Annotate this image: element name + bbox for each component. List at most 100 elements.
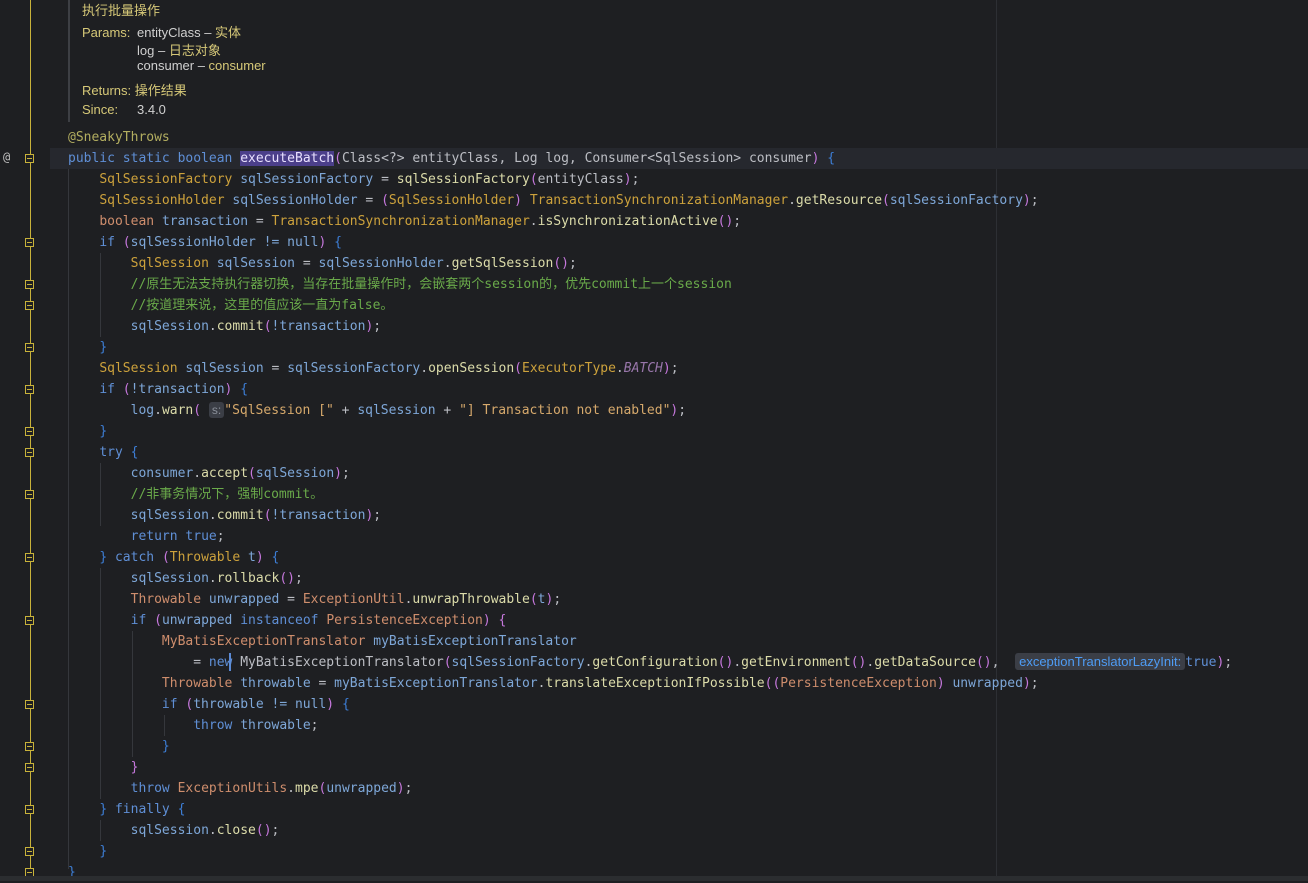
code-line[interactable]: } — [68, 841, 107, 862]
class-token: TransactionSynchronizationManager — [529, 193, 789, 208]
code-line[interactable]: = new MyBatisExceptionTranslator(sqlSess… — [68, 652, 1232, 673]
fold-marker-icon[interactable] — [25, 427, 34, 436]
type-token: SqlSessionFactory — [99, 172, 233, 187]
code-line-comment[interactable]: //原生无法支持执行器切换，当存在批量操作时，会嵌套两个session的，优先c… — [68, 274, 732, 295]
var-token: throwable — [240, 718, 311, 733]
fold-marker-icon[interactable] — [25, 343, 34, 352]
code-line[interactable]: } — [68, 337, 107, 358]
fold-marker-icon[interactable] — [25, 238, 34, 247]
var-token: sqlSessionFactory — [240, 172, 374, 187]
var-token: unwrapped — [161, 613, 233, 628]
code-line[interactable]: if (unwrapped instanceof PersistenceExce… — [68, 610, 507, 631]
doc-param-name: consumer — [137, 58, 195, 73]
method-token: getSqlSession — [451, 256, 554, 271]
code-line[interactable]: return true; — [68, 526, 225, 547]
const-token: BATCH — [623, 361, 663, 376]
code-line[interactable]: } — [68, 736, 170, 757]
arg-token: sqlSessionFactory — [889, 193, 1023, 208]
code-line[interactable]: boolean transaction = TransactionSynchro… — [68, 211, 741, 232]
fold-marker-icon[interactable] — [25, 154, 34, 163]
method-token: isSynchronizationActive — [537, 214, 718, 229]
fold-marker-icon[interactable] — [25, 448, 34, 457]
code-line[interactable]: SqlSessionHolder sqlSessionHolder = (Sql… — [68, 190, 1038, 211]
doc-since-value: 3.4.0 — [137, 102, 166, 117]
doc-summary: 执行批量操作 — [82, 3, 161, 18]
code-line[interactable]: sqlSession.commit(!transaction); — [68, 505, 381, 526]
var-token: sqlSession — [130, 319, 209, 334]
type-token: SqlSessionHolder — [99, 193, 225, 208]
doc-params-row: Params: entityClass – 实体 — [82, 22, 241, 41]
doc-param-name: log — [137, 43, 155, 58]
method-token: mpe — [295, 781, 319, 796]
fold-marker-icon[interactable] — [25, 847, 34, 856]
code-line[interactable]: sqlSession.rollback(); — [68, 568, 303, 589]
fold-marker-icon[interactable] — [25, 700, 34, 709]
code-line[interactable]: Throwable throwable = myBatisExceptionTr… — [68, 673, 1039, 694]
method-token: close — [216, 823, 256, 838]
class-token: ExceptionUtil — [302, 592, 405, 607]
method-token: openSession — [428, 361, 515, 376]
method-name-token[interactable]: executeBatch — [240, 151, 335, 166]
editor-gutter: @ — [0, 0, 50, 881]
var-token: sqlSession — [130, 571, 209, 586]
code-line[interactable]: MyBatisExceptionTranslator myBatisExcept… — [68, 631, 577, 652]
javadoc-block: 执行批量操作 Params: entityClass – 实体 log – 日志对… — [68, 0, 996, 122]
code-line[interactable]: } finally { — [68, 799, 185, 820]
doc-params-label: Params: — [82, 25, 131, 40]
method-token: commit — [216, 319, 264, 334]
var-token: myBatisExceptionTranslator — [373, 634, 577, 649]
code-line[interactable]: } — [68, 757, 139, 778]
code-line[interactable]: if (sqlSessionHolder != null) { — [68, 232, 342, 253]
code-line[interactable]: throw throwable; — [68, 715, 318, 736]
code-line[interactable]: sqlSession.commit(!transaction); — [68, 316, 381, 337]
code-line[interactable]: } catch (Throwable t) { — [68, 547, 279, 568]
code-line[interactable]: consumer.accept(sqlSession); — [68, 463, 350, 484]
var-token: sqlSession — [185, 361, 264, 376]
code-line[interactable]: log.warn( s: "SqlSession [" + sqlSession … — [68, 400, 686, 421]
code-line[interactable]: try { — [68, 442, 138, 463]
code-line[interactable]: Throwable unwrapped = ExceptionUtil.unwr… — [68, 589, 562, 610]
method-token: getEnvironment — [741, 655, 851, 670]
fold-marker-icon[interactable] — [25, 490, 34, 499]
annotation-token: @SneakyThrows — [68, 130, 170, 145]
literal-token: true — [185, 529, 217, 544]
param-hint: exceptionTranslatorLazyInit: — [1015, 653, 1186, 670]
fold-marker-icon[interactable] — [25, 301, 34, 310]
fold-marker-icon[interactable] — [25, 280, 34, 289]
code-line[interactable]: sqlSession.close(); — [68, 820, 280, 841]
string-token: "] Transaction not enabled" — [459, 403, 671, 418]
doc-param-name: entityClass — [137, 25, 201, 40]
arg-token: sqlSession — [255, 466, 335, 481]
fold-marker-icon[interactable] — [25, 385, 34, 394]
fold-marker-icon[interactable] — [25, 763, 34, 772]
code-line[interactable]: SqlSession sqlSession = sqlSessionHolder… — [68, 253, 577, 274]
comment-token: //非事务情况下，强制commit。 — [130, 487, 324, 502]
code-line[interactable]: if (throwable != null) { — [68, 694, 350, 715]
code-line-comment[interactable]: //按道理来说，这里的值应该一直为false。 — [68, 295, 394, 316]
fold-marker-icon[interactable] — [25, 742, 34, 751]
fold-marker-icon[interactable] — [25, 616, 34, 625]
param-hint: s: — [208, 402, 225, 418]
code-line[interactable]: SqlSession sqlSession = sqlSessionFactor… — [68, 358, 678, 379]
code-line[interactable]: if (!transaction) { — [68, 379, 248, 400]
class-token: MyBatisExceptionTranslator — [240, 655, 444, 670]
class-token: ExceptionUtils — [177, 781, 288, 796]
code-line-annotation[interactable]: @SneakyThrows — [68, 127, 170, 148]
code-line[interactable]: SqlSessionFactory sqlSessionFactory = sq… — [68, 169, 639, 190]
keyword-token: finally — [114, 802, 170, 817]
code-line[interactable]: } — [68, 421, 107, 442]
horizontal-scrollbar[interactable] — [0, 876, 1308, 881]
fold-marker-icon[interactable] — [25, 553, 34, 562]
code-line[interactable]: throw ExceptionUtils.mpe(unwrapped); — [68, 778, 413, 799]
method-token: translateExceptionIfPossible — [545, 676, 765, 691]
code-line-signature[interactable]: public static boolean executeBatch(Class… — [68, 148, 835, 169]
code-line-comment[interactable]: //非事务情况下，强制commit。 — [68, 484, 324, 505]
method-token: commit — [216, 508, 264, 523]
var-token: consumer — [130, 466, 194, 481]
doc-param-dash: – — [194, 58, 209, 73]
override-marker-icon[interactable]: @ — [3, 150, 10, 164]
fold-marker-icon[interactable] — [25, 805, 34, 814]
method-token: rollback — [216, 571, 280, 586]
method-token: unwrapThrowable — [412, 592, 530, 607]
arg-token: !transaction — [271, 319, 366, 334]
